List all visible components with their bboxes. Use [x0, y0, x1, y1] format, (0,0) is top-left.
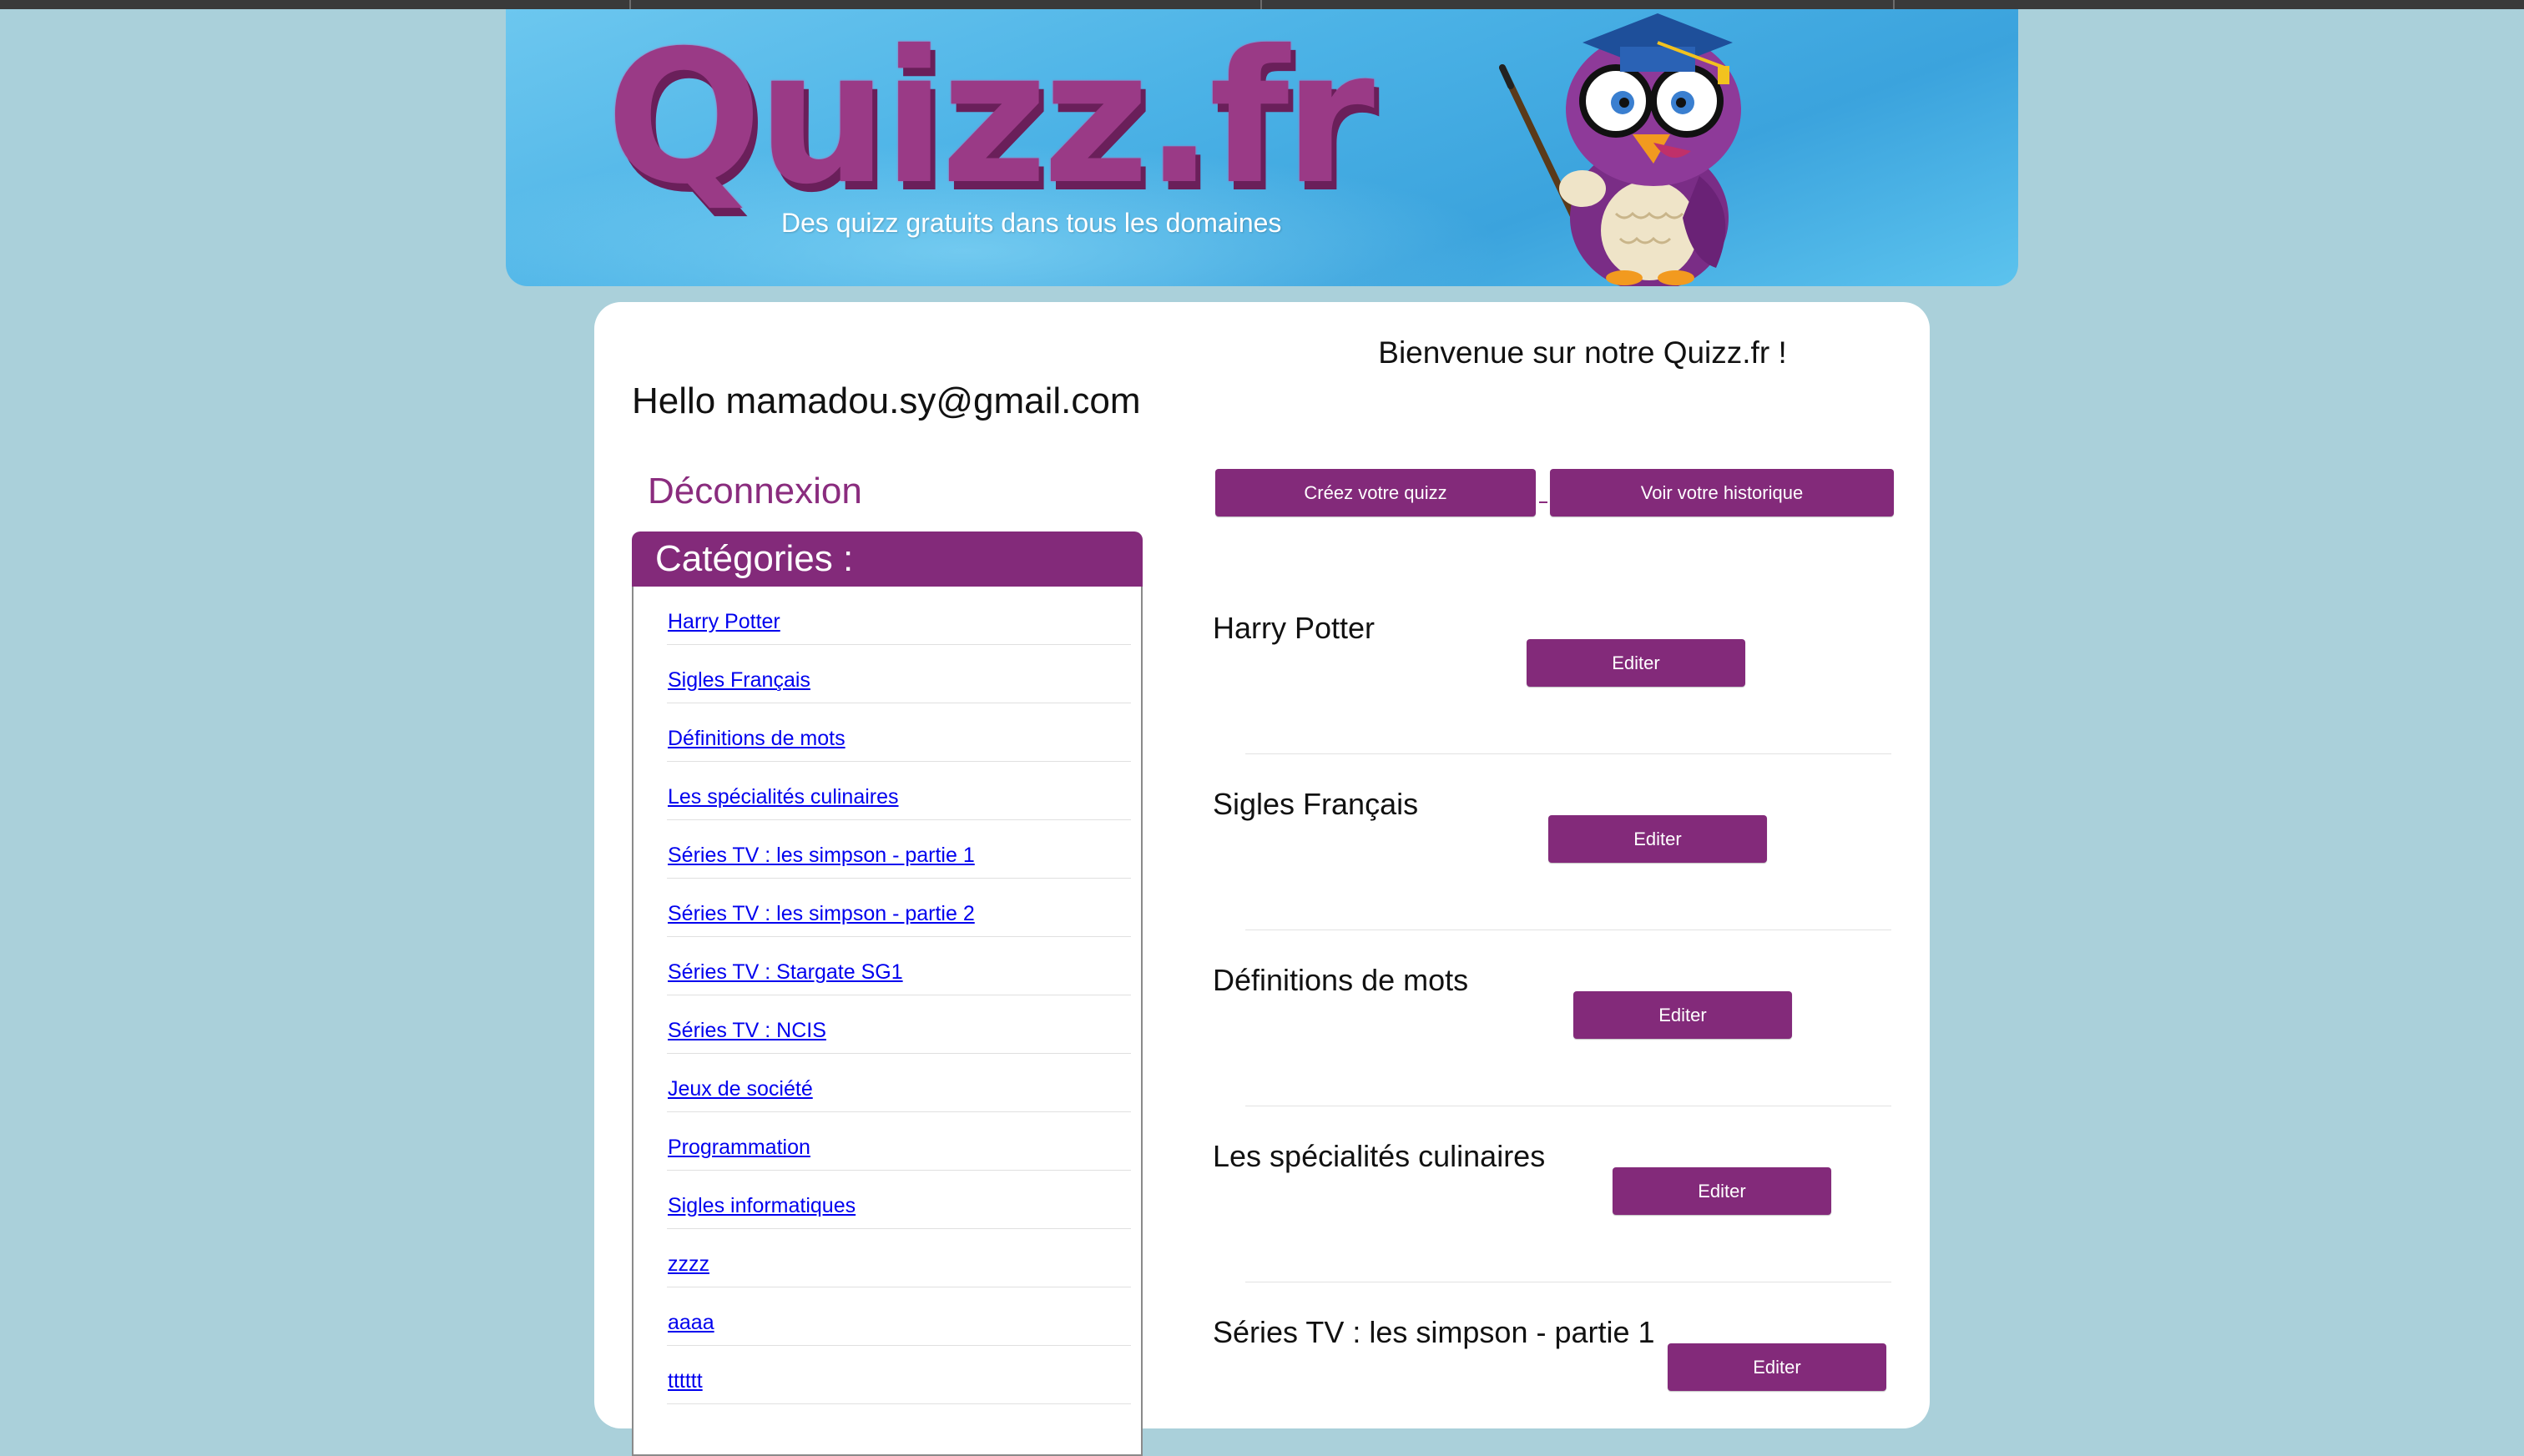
quiz-separator: [1245, 753, 1891, 754]
user-greeting: Hello mamadou.sy@gmail.com: [632, 380, 1141, 421]
list-item: Harry Potter: [667, 587, 1131, 645]
category-link[interactable]: Séries TV : les simpson - partie 1: [668, 844, 975, 868]
list-item: Séries TV : les simpson - partie 2: [667, 879, 1131, 937]
categories-title: Catégories :: [632, 532, 1143, 587]
edit-button[interactable]: Editer: [1613, 1167, 1831, 1215]
edit-button[interactable]: Editer: [1527, 639, 1745, 687]
create-quiz-button[interactable]: Créez votre quizz: [1215, 469, 1536, 516]
category-link[interactable]: Sigles Français: [668, 668, 810, 693]
categories-panel: Catégories : Harry Potter Sigles Françai…: [632, 532, 1143, 1456]
site-banner: Quizz.fr Des quizz gratuits dans tous le…: [506, 9, 2018, 286]
browser-top-bar: [0, 0, 2524, 9]
quiz-title: Sigles Français: [1213, 787, 1419, 821]
site-tagline: Des quizz gratuits dans tous les domaine…: [781, 208, 1282, 238]
list-item: tttttt: [667, 1346, 1131, 1404]
owl-mascot-icon: [1499, 13, 1741, 286]
list-item: Séries TV : les simpson - partie 1: [667, 820, 1131, 879]
category-link[interactable]: zzzz: [668, 1252, 709, 1277]
category-link[interactable]: aaaa: [668, 1311, 714, 1335]
categories-list: Harry Potter Sigles Français Définitions…: [632, 587, 1143, 1456]
list-item: Séries TV : NCIS: [667, 995, 1131, 1054]
main-card: Bienvenue sur notre Quizz.fr ! Hello mam…: [594, 302, 1930, 1456]
list-item: zzzz: [667, 1229, 1131, 1287]
category-link[interactable]: Séries TV : Stargate SG1: [668, 960, 903, 985]
list-item: Sigles Français: [667, 645, 1131, 703]
list-item: Programmation: [667, 1112, 1131, 1171]
site-logo: Quizz.fr: [606, 11, 1375, 224]
category-link[interactable]: Harry Potter: [668, 610, 780, 634]
category-link[interactable]: Programmation: [668, 1136, 810, 1160]
quiz-title: Les spécialités culinaires: [1213, 1139, 1546, 1173]
top-bar-divider: [629, 0, 631, 9]
quiz-title: Harry Potter: [1213, 611, 1376, 645]
category-link[interactable]: Les spécialités culinaires: [668, 785, 899, 809]
list-item: aaaa: [667, 1287, 1131, 1346]
list-item: Séries TV : Stargate SG1: [667, 937, 1131, 995]
category-link[interactable]: Jeux de société: [668, 1077, 813, 1101]
quiz-title: Séries TV : les simpson - partie 1: [1213, 1315, 1655, 1349]
category-link[interactable]: Sigles informatiques: [668, 1194, 856, 1218]
edit-button[interactable]: Editer: [1548, 815, 1767, 863]
quiz-title: Définitions de mots: [1213, 963, 1469, 997]
edit-button[interactable]: Editer: [1668, 1343, 1886, 1391]
top-bar-divider: [1260, 0, 1262, 9]
category-link[interactable]: Séries TV : les simpson - partie 2: [668, 902, 975, 926]
view-history-button[interactable]: Voir votre historique: [1550, 469, 1894, 516]
list-item: Sigles informatiques: [667, 1171, 1131, 1229]
category-link[interactable]: Séries TV : NCIS: [668, 1019, 826, 1043]
logout-link[interactable]: Déconnexion: [648, 471, 862, 512]
category-link[interactable]: Définitions de mots: [668, 727, 846, 751]
top-bar-divider: [1893, 0, 1895, 9]
list-item: Jeux de société: [667, 1054, 1131, 1112]
link-underline: [1539, 501, 1547, 503]
list-item: Définitions de mots: [667, 703, 1131, 762]
list-item: Les spécialités culinaires: [667, 762, 1131, 820]
welcome-message: Bienvenue sur notre Quizz.fr !: [1378, 335, 1787, 370]
edit-button[interactable]: Editer: [1573, 991, 1792, 1039]
